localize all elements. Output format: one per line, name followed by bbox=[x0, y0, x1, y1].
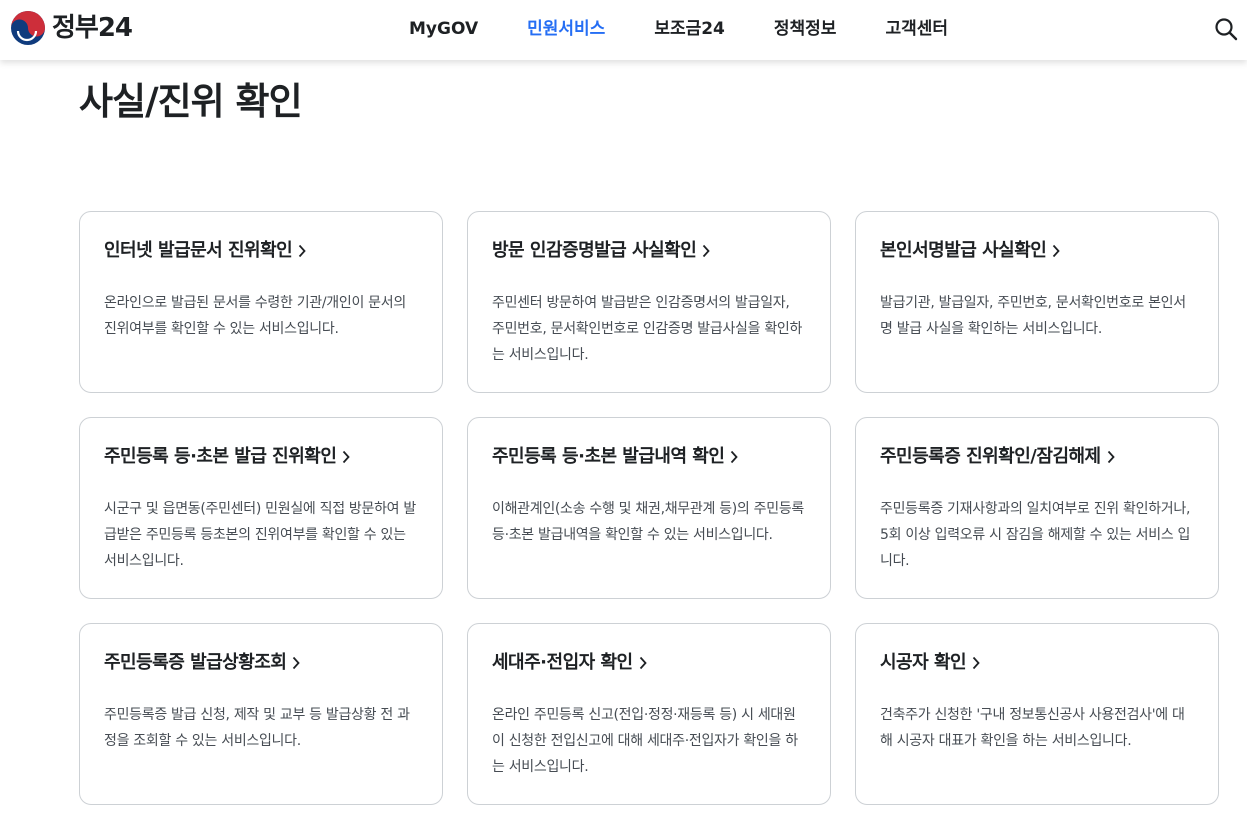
chevron-right-icon bbox=[639, 656, 647, 670]
card-id-card-issuance-status[interactable]: 주민등록증 발급상황조회 주민등록증 발급 신청, 제작 및 교부 등 발급상황… bbox=[79, 623, 443, 805]
chevron-right-icon bbox=[731, 450, 739, 464]
card-title-text: 인터넷 발급문서 진위확인 bbox=[104, 240, 293, 261]
card-title: 인터넷 발급문서 진위확인 bbox=[104, 238, 418, 264]
chevron-right-icon bbox=[293, 656, 301, 670]
card-householder-move-in-confirmation[interactable]: 세대주·전입자 확인 온라인 주민등록 신고(전입·정정·재등록 등) 시 세대… bbox=[467, 623, 831, 805]
card-description: 온라인 주민등록 신고(전입·정정·재등록 등) 시 세대원이 신청한 전입신고… bbox=[492, 707, 798, 775]
card-description: 건축주가 신청한 '구내 정보통신공사 사용전검사'에 대해 시공자 대표가 확… bbox=[880, 707, 1185, 749]
logo-text: 정부24 bbox=[52, 13, 133, 43]
card-description: 온라인으로 발급된 문서를 수령한 기관/개인이 문서의 진위여부를 확인할 수… bbox=[104, 295, 406, 337]
card-title-text: 주민등록 등·초본 발급내역 확인 bbox=[492, 446, 725, 467]
card-title: 주민등록 등·초본 발급내역 확인 bbox=[492, 444, 806, 470]
main-nav: MyGOV 민원서비스 보조금24 정책정보 고객센터 bbox=[385, 0, 997, 58]
card-title-text: 주민등록증 진위확인/잠김해제 bbox=[880, 446, 1101, 467]
card-description: 주민센터 방문하여 발급받은 인감증명서의 발급일자, 주민번호, 문서확인번호… bbox=[492, 295, 803, 363]
chevron-right-icon bbox=[299, 244, 306, 258]
card-title-text: 주민등록증 발급상황조회 bbox=[104, 652, 287, 673]
site-logo[interactable]: 정부24 bbox=[10, 10, 133, 46]
card-description: 시군구 및 읍면동(주민센터) 민원실에 직접 방문하여 발급받은 주민등록 등… bbox=[104, 501, 416, 569]
service-card-grid: 인터넷 발급문서 진위확인 온라인으로 발급된 문서를 수령한 기관/개인이 문… bbox=[79, 211, 1219, 805]
card-title: 본인서명발급 사실확인 bbox=[880, 238, 1194, 264]
card-description: 주민등록증 발급 신청, 제작 및 교부 등 발급상황 전 과정을 조회할 수 … bbox=[104, 707, 410, 749]
card-title: 주민등록증 진위확인/잠김해제 bbox=[880, 444, 1194, 470]
card-title-text: 시공자 확인 bbox=[880, 652, 967, 673]
card-id-card-verification-unlock[interactable]: 주민등록증 진위확인/잠김해제 주민등록증 기재사항과의 일치여부로 진위 확인… bbox=[855, 417, 1219, 599]
chevron-right-icon bbox=[703, 244, 710, 258]
card-title: 주민등록증 발급상황조회 bbox=[104, 650, 418, 676]
nav-item-customer-center[interactable]: 고객센터 bbox=[885, 0, 948, 58]
nav-item-subsidy24[interactable]: 보조금24 bbox=[654, 0, 725, 58]
card-contractor-confirmation[interactable]: 시공자 확인 건축주가 신청한 '구내 정보통신공사 사용전검사'에 대해 시공… bbox=[855, 623, 1219, 805]
chevron-right-icon bbox=[1107, 450, 1115, 464]
nav-item-policy-info[interactable]: 정책정보 bbox=[774, 0, 837, 58]
card-title-text: 주민등록 등·초본 발급 진위확인 bbox=[104, 446, 337, 467]
page-title: 사실/진위 확인 bbox=[79, 80, 303, 123]
card-internet-document-verification[interactable]: 인터넷 발급문서 진위확인 온라인으로 발급된 문서를 수령한 기관/개인이 문… bbox=[79, 211, 443, 393]
chevron-right-icon bbox=[343, 450, 351, 464]
card-description: 주민등록증 기재사항과의 일치여부로 진위 확인하거나, 5회 이상 입력오류 … bbox=[880, 501, 1191, 569]
chevron-right-icon bbox=[972, 656, 980, 670]
card-title: 주민등록 등·초본 발급 진위확인 bbox=[104, 444, 418, 470]
site-header: 정부24 MyGOV 민원서비스 보조금24 정책정보 고객센터 bbox=[0, 0, 1247, 60]
taegeuk-icon bbox=[11, 11, 45, 45]
card-description: 이해관계인(소송 수행 및 채권,채무관계 등)의 주민등록 등·초본 발급내역… bbox=[492, 501, 804, 543]
search-button[interactable] bbox=[1213, 16, 1239, 42]
nav-item-civil-services[interactable]: 민원서비스 bbox=[527, 0, 605, 58]
card-seal-certificate-verification[interactable]: 방문 인감증명발급 사실확인 주민센터 방문하여 발급받은 인감증명서의 발급일… bbox=[467, 211, 831, 393]
card-title: 방문 인감증명발급 사실확인 bbox=[492, 238, 806, 264]
card-signature-issuance-verification[interactable]: 본인서명발급 사실확인 발급기관, 발급일자, 주민번호, 문서확인번호로 본인… bbox=[855, 211, 1219, 393]
card-title: 시공자 확인 bbox=[880, 650, 1194, 676]
chevron-right-icon bbox=[1053, 244, 1061, 258]
card-resident-register-history[interactable]: 주민등록 등·초본 발급내역 확인 이해관계인(소송 수행 및 채권,채무관계 … bbox=[467, 417, 831, 599]
card-title: 세대주·전입자 확인 bbox=[492, 650, 806, 676]
card-resident-register-verification[interactable]: 주민등록 등·초본 발급 진위확인 시군구 및 읍면동(주민센터) 민원실에 직… bbox=[79, 417, 443, 599]
card-title-text: 방문 인감증명발급 사실확인 bbox=[492, 240, 697, 261]
card-title-text: 세대주·전입자 확인 bbox=[492, 652, 633, 673]
card-description: 발급기관, 발급일자, 주민번호, 문서확인번호로 본인서명 발급 사실을 확인… bbox=[880, 295, 1186, 337]
card-title-text: 본인서명발급 사실확인 bbox=[880, 240, 1047, 261]
nav-item-mygov[interactable]: MyGOV bbox=[409, 0, 478, 58]
search-icon bbox=[1215, 18, 1238, 41]
